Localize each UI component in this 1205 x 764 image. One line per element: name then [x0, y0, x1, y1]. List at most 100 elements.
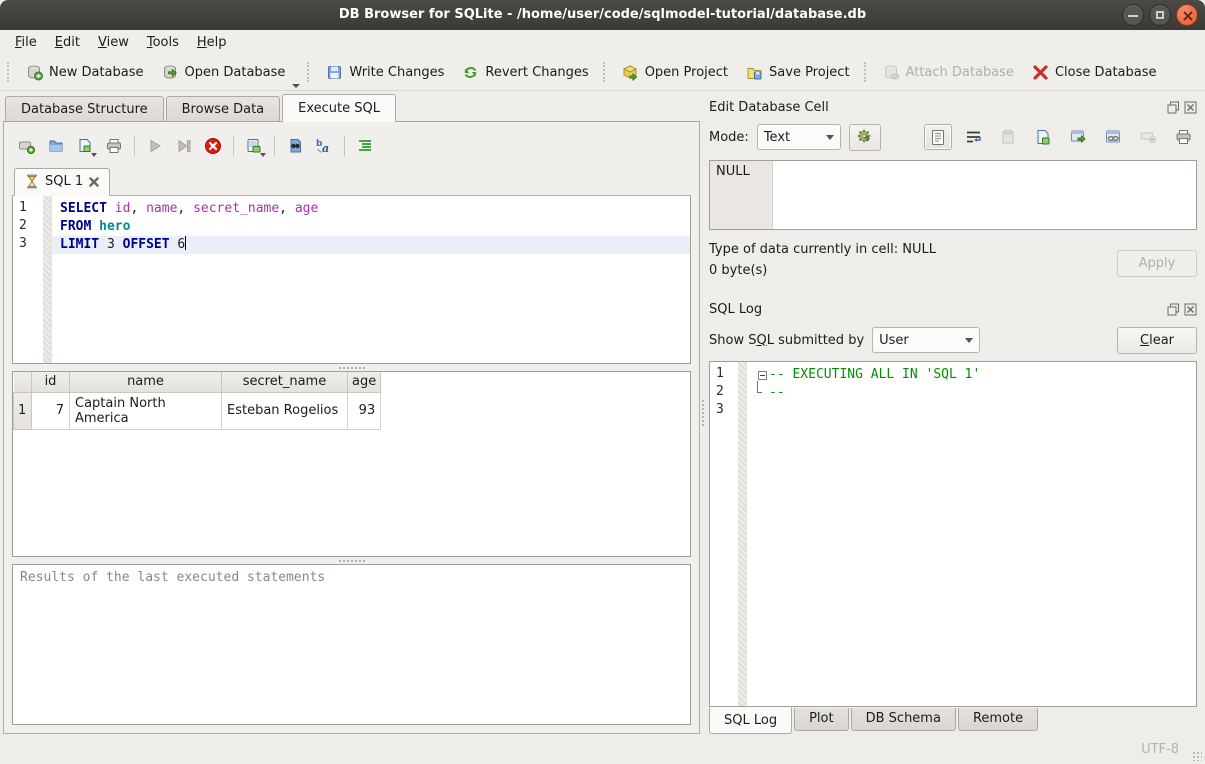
link-icon — [1105, 129, 1122, 145]
menu-file[interactable]: File — [6, 33, 46, 52]
fold-marker-icon[interactable] — [758, 371, 767, 380]
save-project-button[interactable]: Save Project — [737, 60, 859, 85]
auto-apply-button[interactable] — [849, 124, 881, 151]
column-header-secret-name[interactable]: secret_name — [222, 372, 348, 392]
bottom-tab-db-schema[interactable]: DB Schema — [851, 708, 956, 731]
print-cell-button[interactable] — [1169, 124, 1197, 150]
log-line-1: -- EXECUTING ALL IN 'SQL 1' — [747, 366, 1196, 384]
sql-log-view[interactable]: 1 2 3 -- EXECUTING ALL IN 'SQL 1' -- — [709, 361, 1197, 707]
cell-editor[interactable]: NULL — [709, 160, 1197, 230]
column-header-name[interactable]: name — [70, 372, 222, 392]
svg-text:a: a — [322, 142, 329, 155]
title-bar: DB Browser for SQLite - /home/user/code/… — [0, 0, 1205, 30]
cell-name[interactable]: Captain North America — [70, 392, 222, 429]
text-mode-button[interactable] — [924, 124, 952, 150]
menu-help[interactable]: Help — [188, 33, 236, 52]
find-replace-button[interactable]: b a — [311, 133, 337, 159]
cell-editor-text-area[interactable] — [773, 161, 1196, 229]
results-grid[interactable]: id name secret_name age 1 7 Captain Nort… — [12, 371, 691, 557]
open-sql-tab-button[interactable] — [14, 133, 40, 159]
code-line-1: SELECT id, name, secret_name, age — [52, 200, 690, 218]
column-header-age[interactable]: age — [348, 372, 381, 392]
close-button[interactable] — [1176, 4, 1198, 26]
encoding-status[interactable]: UTF-8 — [1141, 742, 1179, 757]
show-sql-label: Show SQL submitted by — [709, 333, 864, 348]
sql-log-filter-row: Show SQL submitted by User Clear — [709, 323, 1197, 357]
main-toolbar: New Database Open Database Write Changes — [0, 54, 1205, 91]
sql-doc-tab-bar: SQL 1 — [12, 165, 691, 196]
format-sql-button[interactable] — [352, 133, 378, 159]
revert-changes-icon — [462, 64, 479, 81]
results-message-splitter[interactable] — [12, 557, 691, 564]
print-sql-button[interactable] — [101, 133, 127, 159]
editor-line-numbers: 1 2 3 — [13, 196, 43, 363]
edit-cell-title: Edit Database Cell — [709, 100, 1167, 115]
set-null-button — [1134, 124, 1162, 150]
open-project-button[interactable]: Open Project — [613, 60, 737, 85]
word-wrap-button[interactable] — [959, 124, 987, 150]
toolbar-grip[interactable] — [7, 62, 12, 82]
float-dock-icon[interactable] — [1167, 101, 1180, 114]
sql-code-editor[interactable]: 1 2 3 SELECT id, name, secret_name, age … — [12, 196, 691, 364]
stop-execution-button[interactable] — [200, 133, 226, 159]
menu-tools[interactable]: Tools — [138, 33, 188, 52]
new-database-button[interactable]: New Database — [17, 60, 153, 85]
open-database-dropdown[interactable] — [292, 84, 300, 88]
menu-edit[interactable]: Edit — [46, 33, 89, 52]
close-dock-icon[interactable] — [1184, 101, 1197, 114]
maximize-button[interactable] — [1149, 4, 1171, 26]
resize-grip[interactable] — [1192, 751, 1202, 761]
minimize-button[interactable] — [1122, 4, 1144, 26]
bottom-tab-sql-log[interactable]: SQL Log — [709, 707, 792, 734]
table-row[interactable]: 1 7 Captain North America Esteban Rogeli… — [14, 392, 381, 429]
fold-line — [757, 381, 762, 393]
find-button[interactable] — [282, 133, 308, 159]
mode-select[interactable]: Text — [757, 124, 841, 150]
open-project-icon — [622, 64, 639, 81]
bottom-tab-remote[interactable]: Remote — [958, 708, 1038, 731]
results-message: Results of the last executed statements — [20, 570, 325, 585]
close-dock-icon[interactable] — [1184, 303, 1197, 316]
cell-age[interactable]: 93 — [348, 392, 381, 429]
mode-label: Mode: — [709, 130, 749, 145]
menu-view[interactable]: View — [89, 33, 138, 52]
format-icon — [356, 137, 374, 155]
open-external-button[interactable] — [1064, 124, 1092, 150]
copy-link-button[interactable] — [1099, 124, 1127, 150]
submitted-by-select[interactable]: User — [872, 327, 980, 353]
menu-bar: File Edit View Tools Help — [0, 30, 1205, 54]
tab-database-structure[interactable]: Database Structure — [5, 96, 164, 121]
float-dock-icon[interactable] — [1167, 303, 1180, 316]
tab-execute-sql[interactable]: Execute SQL — [282, 94, 396, 122]
close-database-button[interactable]: Close Database — [1023, 60, 1166, 85]
new-tab-icon — [18, 137, 36, 155]
cell-id[interactable]: 7 — [32, 392, 70, 429]
open-database-button[interactable]: Open Database — [153, 60, 295, 85]
code-line-2: FROM hero — [52, 218, 690, 236]
open-sql-file-button[interactable] — [43, 133, 69, 159]
toolbar-grip[interactable] — [307, 62, 312, 82]
sql-doc-tab-label: SQL 1 — [45, 174, 83, 189]
toolbar-grip[interactable] — [864, 62, 869, 82]
close-tab-icon[interactable] — [89, 177, 99, 187]
save-sql-file-button[interactable] — [72, 133, 98, 159]
export-data-button[interactable] — [1029, 124, 1057, 150]
editor-results-splitter[interactable] — [12, 364, 691, 371]
sql-log-title: SQL Log — [709, 302, 1167, 317]
revert-changes-button[interactable]: Revert Changes — [453, 60, 597, 85]
import-icon — [1000, 129, 1017, 145]
editor-text-area[interactable]: SELECT id, name, secret_name, age FROM h… — [52, 196, 690, 363]
toolbar-grip[interactable] — [603, 62, 608, 82]
execute-sql-panel: b a — [3, 122, 700, 734]
write-changes-button[interactable]: Write Changes — [317, 60, 453, 85]
bottom-tab-plot[interactable]: Plot — [794, 708, 849, 731]
cell-secret-name[interactable]: Esteban Rogelios — [222, 392, 348, 429]
save-results-button[interactable] — [241, 133, 267, 159]
column-header-id[interactable]: id — [32, 372, 70, 392]
log-line-numbers: 1 2 3 — [710, 362, 738, 706]
clear-log-button[interactable]: Clear — [1117, 327, 1197, 354]
text-cursor — [185, 236, 186, 250]
hourglass-icon — [25, 174, 39, 189]
tab-browse-data[interactable]: Browse Data — [166, 96, 281, 121]
sql-doc-tab[interactable]: SQL 1 — [14, 168, 110, 196]
